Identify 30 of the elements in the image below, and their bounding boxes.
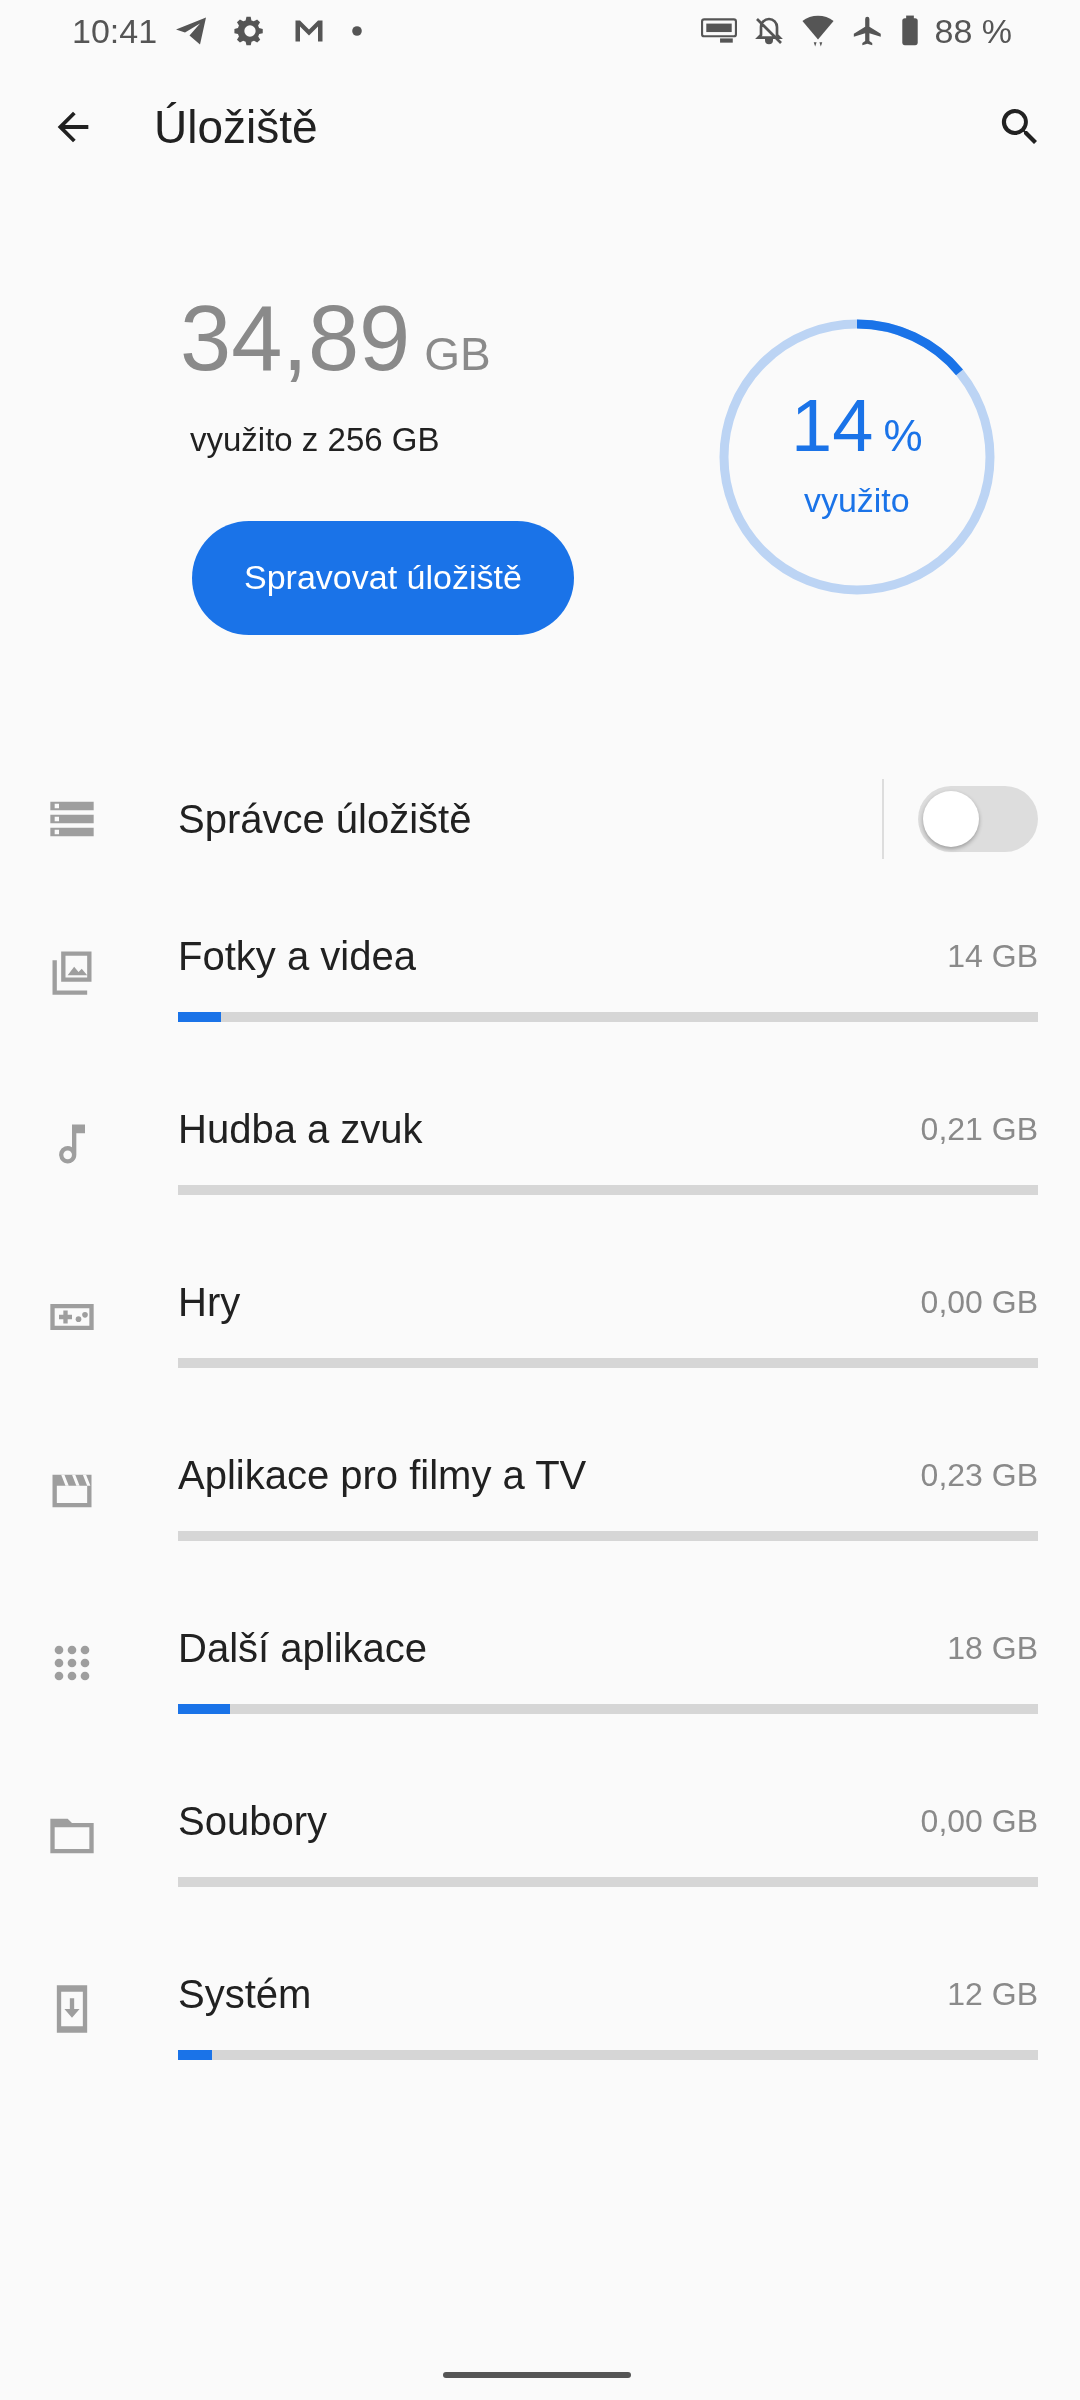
usage-label: využito xyxy=(803,479,910,521)
category-size: 0,21 GB xyxy=(920,1109,1038,1149)
category-label: Fotky a videa xyxy=(178,932,416,980)
battery-icon xyxy=(900,15,919,47)
category-label: Soubory xyxy=(178,1797,327,1845)
category-label: Systém xyxy=(178,1970,312,2018)
refresh-rate-icon xyxy=(700,18,737,44)
category-size: 18 GB xyxy=(947,1628,1038,1668)
category-size: 0,00 GB xyxy=(920,1801,1038,1841)
category-size: 14 GB xyxy=(947,936,1038,976)
page-title: Úložiště xyxy=(154,99,318,155)
wifi-icon xyxy=(800,14,835,48)
category-size: 12 GB xyxy=(947,1974,1038,2014)
dot-icon xyxy=(351,25,364,37)
percent-sign: % xyxy=(883,409,923,462)
battery-percent: 88 % xyxy=(934,10,1012,52)
usage-percent: 14 xyxy=(791,388,874,463)
used-amount: 34,89 xyxy=(180,292,411,384)
category-size: 0,00 GB xyxy=(920,1282,1038,1322)
category-label: Hudba a zvuk xyxy=(178,1105,423,1153)
storage-manager-label: Správce úložiště xyxy=(178,796,472,843)
category-label: Hry xyxy=(178,1278,241,1326)
category-label: Aplikace pro filmy a TV xyxy=(178,1451,587,1499)
used-caption: využito z 256 GB xyxy=(190,420,440,460)
category-label: Další aplikace xyxy=(178,1624,427,1672)
home-handle[interactable] xyxy=(443,2372,631,2378)
category-size: 0,23 GB xyxy=(920,1455,1038,1495)
manage-storage-button[interactable]: Spravovat úložiště xyxy=(192,520,574,635)
status-time: 10:41 xyxy=(72,10,158,52)
used-unit: GB xyxy=(424,327,491,382)
